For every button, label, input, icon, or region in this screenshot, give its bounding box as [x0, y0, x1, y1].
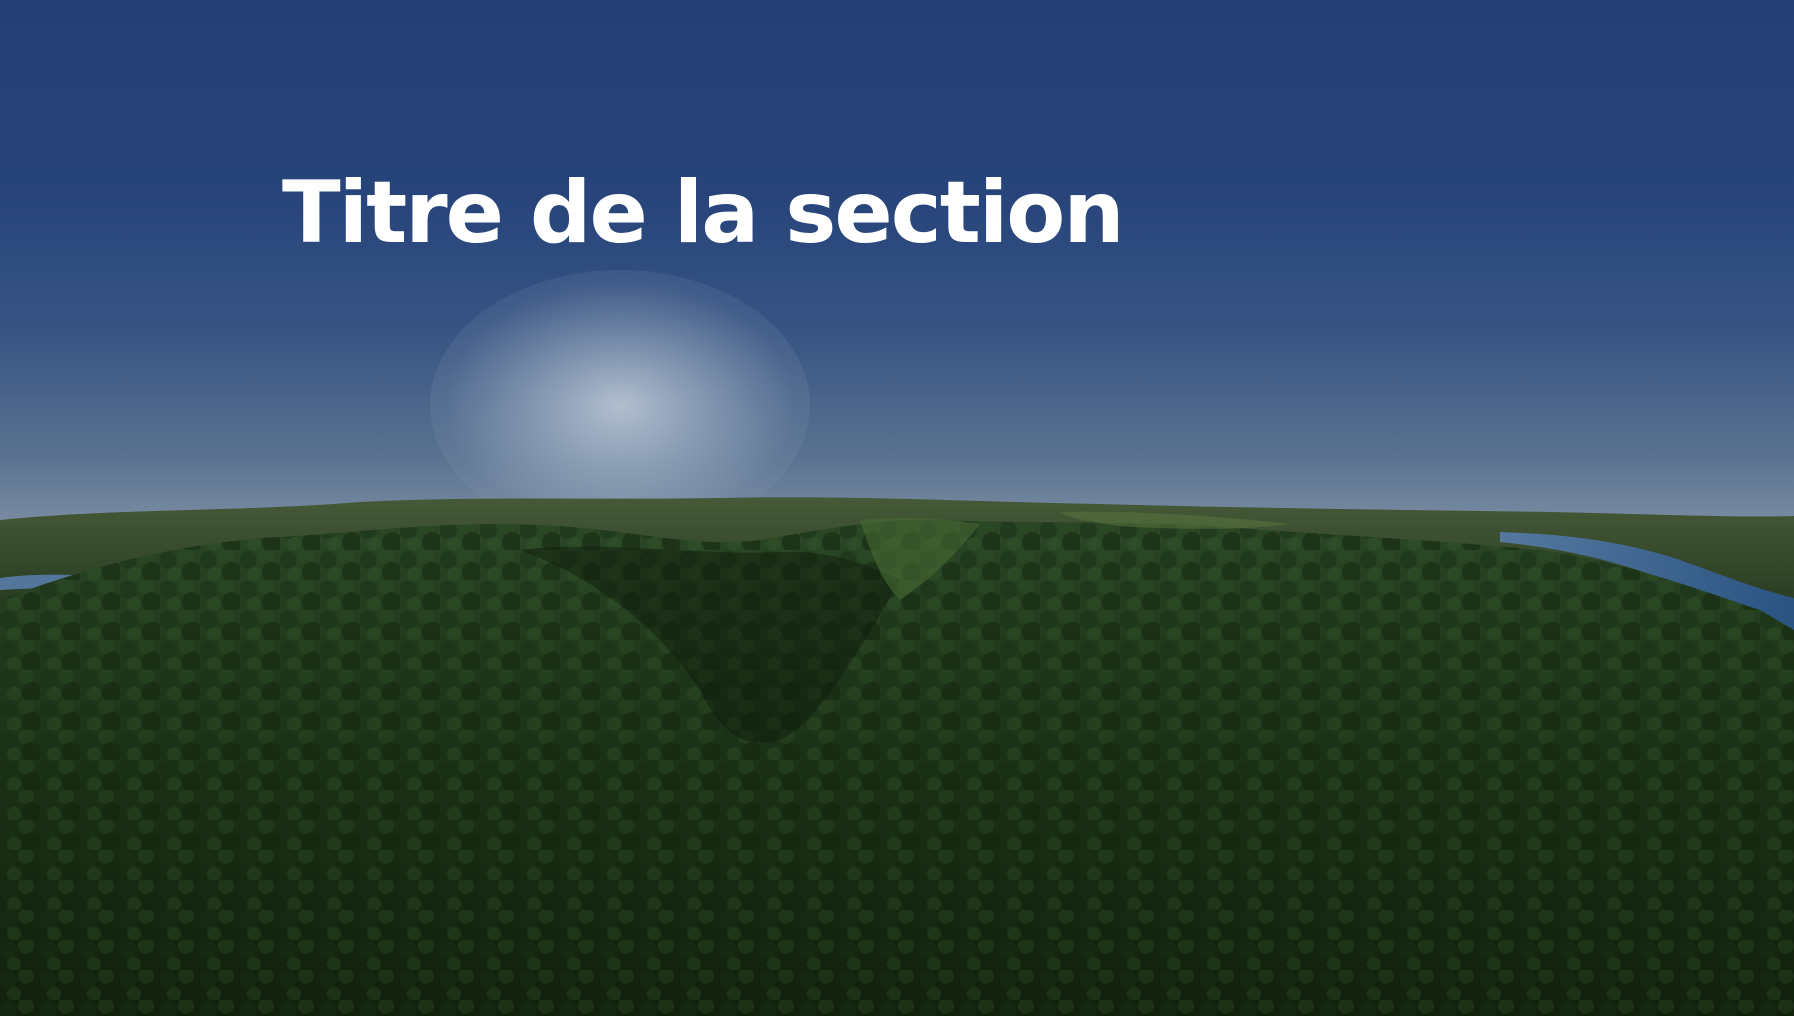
sky-background — [0, 0, 1794, 540]
forest-landscape-image — [0, 497, 1794, 1016]
section-title: Titre de la section — [282, 163, 1125, 263]
hero-section: Titre de la section — [0, 0, 1794, 1016]
